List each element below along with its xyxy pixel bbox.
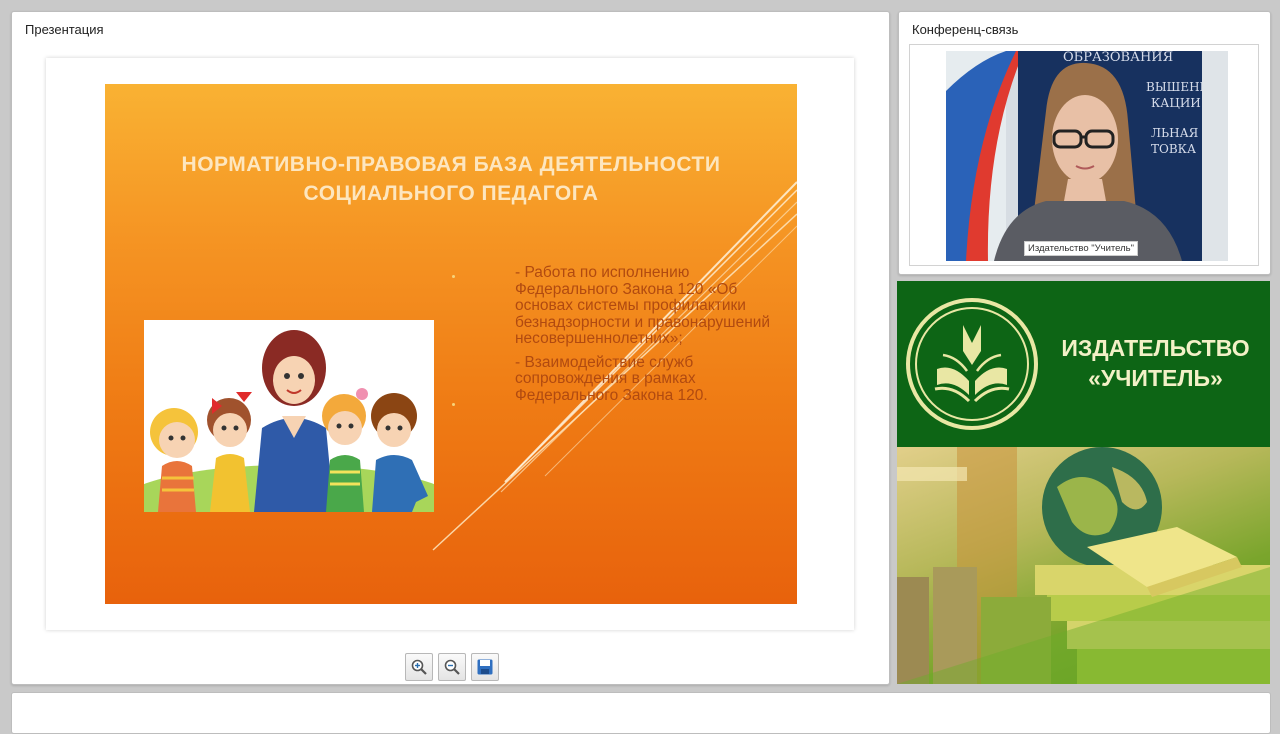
publisher-banner: ИЗДАТЕЛЬСТВО «УЧИТЕЛЬ» [897,281,1270,684]
zoom-out-button[interactable] [438,653,466,681]
slide-title-line-1: Нормативно-правовая база деятельности [181,153,721,176]
backdrop-text: КАЦИИ [1151,96,1201,110]
zoom-in-icon [411,659,427,675]
backdrop-text: ТОВКА [1151,142,1196,156]
presentation-panel: Презентация Нормативно-правовая база дея… [11,11,890,685]
slide-bullets: - Работа по исполнению Федерального Зако… [515,264,785,411]
publisher-header: ИЗДАТЕЛЬСТВО «УЧИТЕЛЬ» [897,281,1270,447]
conference-panel-title: Конференц-связь [912,22,1019,37]
video-frame: ОБРАЗОВАНИЯ ВЫШЕНИЕ КАЦИИ ЛЬНАЯ ТОВКА Из… [909,44,1259,266]
save-button[interactable] [471,653,499,681]
bullet-marker [452,275,455,278]
publisher-name-line-2: «УЧИТЕЛЬ» [1088,365,1223,391]
slide-title-line-2: социального педагога [303,182,599,205]
video-caption: Издательство "Учитель" [1024,241,1139,256]
publisher-name-line-1: ИЗДАТЕЛЬСТВО [1061,335,1250,361]
backdrop-text: ОБРАЗОВАНИЯ [1063,51,1173,65]
zoom-in-button[interactable] [405,653,433,681]
slide-title: Нормативно-правовая база деятельности со… [105,150,797,208]
zoom-out-icon [444,659,460,675]
bottom-panel [11,692,1271,734]
bullet-marker [452,403,455,406]
backdrop-text: ЛЬНАЯ [1151,126,1199,140]
open-book-logo-icon [906,298,1038,430]
books-and-globe-picture [897,447,1270,684]
presentation-panel-title: Презентация [25,22,104,37]
slide-viewport[interactable]: Нормативно-правовая база деятельности со… [46,58,854,630]
teacher-with-children-picture [144,320,434,512]
conference-panel: Конференц-связь ОБРАЗОВАНИЯ ВЫШЕНИЕ КАЦИ… [898,11,1271,275]
slide-bullet-1: - Работа по исполнению Федерального Зако… [515,264,771,347]
save-icon [477,659,493,675]
slide: Нормативно-правовая база деятельности со… [105,84,797,604]
slide-bullet-2: - Взаимодействие служб сопровождения в р… [515,353,708,404]
webcam-video[interactable]: ОБРАЗОВАНИЯ ВЫШЕНИЕ КАЦИИ ЛЬНАЯ ТОВКА Из… [946,51,1228,261]
publisher-name: ИЗДАТЕЛЬСТВО «УЧИТЕЛЬ» [1043,333,1268,393]
